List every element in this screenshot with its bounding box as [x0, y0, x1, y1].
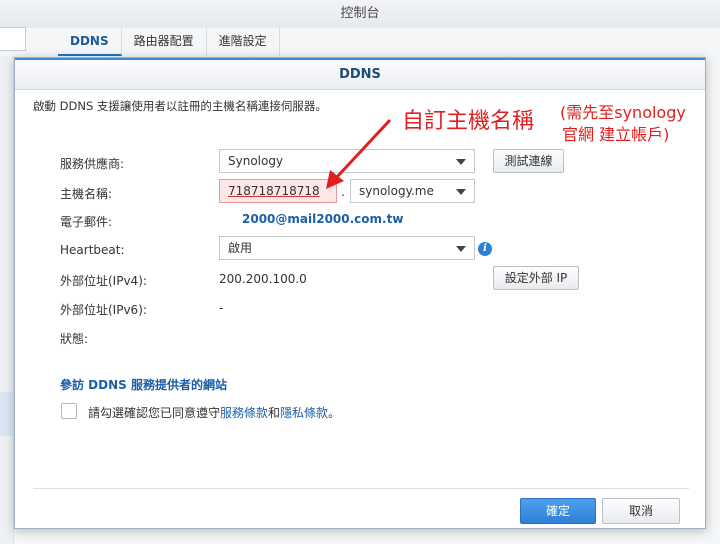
chevron-down-icon	[456, 189, 466, 195]
heartbeat-label: Heartbeat:	[60, 243, 125, 257]
sidebar	[0, 56, 14, 544]
agree-prefix: 請勾選確認您已同意遵守	[88, 406, 221, 420]
privacy-link[interactable]: 隱私條款	[280, 406, 328, 420]
agree-text: 請勾選確認您已同意遵守服務條款和隱私條款。	[88, 404, 340, 421]
tab-ddns[interactable]: DDNS	[58, 28, 122, 56]
email-label: 電子郵件:	[60, 215, 113, 229]
provider-select[interactable]: Synology	[219, 149, 475, 173]
set-external-ip-button[interactable]: 設定外部 IP	[493, 266, 579, 290]
terms-link[interactable]: 服務條款	[220, 406, 268, 420]
info-icon[interactable]: i	[478, 242, 492, 256]
hostname-label: 主機名稱:	[60, 187, 113, 201]
provider-value: Synology	[228, 154, 284, 168]
hostname-input[interactable]: 718718718718	[219, 179, 337, 203]
tab-advanced[interactable]: 進階設定	[207, 28, 280, 56]
tab-bar: DDNS 路由器配置 進階設定	[58, 28, 280, 56]
annotation-title: 自訂主機名稱	[402, 109, 535, 134]
chevron-down-icon	[456, 246, 466, 252]
ipv4-label: 外部位址(IPv4):	[60, 274, 147, 288]
sidebar-selected-item[interactable]	[0, 392, 14, 436]
ok-button[interactable]: 確定	[520, 498, 596, 524]
email-value: 2000@mail2000.com.tw	[242, 212, 404, 226]
dialog-description: 啟動 DDNS 支援讓使用者以註冊的主機名稱連接伺服器。	[33, 99, 327, 113]
agree-suffix: 。	[328, 406, 341, 420]
status-label: 狀態:	[60, 332, 89, 346]
visit-provider-link[interactable]: 參訪 DDNS 服務提供者的網站	[60, 376, 227, 393]
window-title: 控制台	[0, 0, 720, 28]
cancel-button[interactable]: 取消	[602, 498, 680, 524]
heartbeat-value: 啟用	[228, 241, 253, 255]
agree-and: 和	[268, 406, 281, 420]
annotation-note-line1: (需先至synology	[560, 103, 686, 122]
provider-label: 服務供應商:	[60, 157, 125, 171]
agree-checkbox[interactable]	[61, 403, 77, 419]
annotation-note-line2: 官網 建立帳戶)	[562, 125, 670, 144]
ipv4-value: 200.200.100.0	[219, 272, 307, 286]
domain-select[interactable]: synology.me	[350, 179, 475, 203]
domain-value: synology.me	[359, 184, 434, 198]
hostname-separator: .	[341, 185, 345, 199]
ipv6-label: 外部位址(IPv6):	[60, 303, 147, 317]
footer-divider	[33, 488, 689, 489]
tab-router-config[interactable]: 路由器配置	[122, 28, 207, 56]
test-connection-button[interactable]: 測試連線	[493, 149, 564, 173]
chevron-down-icon	[456, 159, 466, 165]
ipv6-value: -	[219, 301, 224, 315]
heartbeat-select[interactable]: 啟用	[219, 236, 475, 260]
dialog-title: DDNS	[15, 58, 705, 90]
background-search-input[interactable]	[0, 27, 26, 51]
